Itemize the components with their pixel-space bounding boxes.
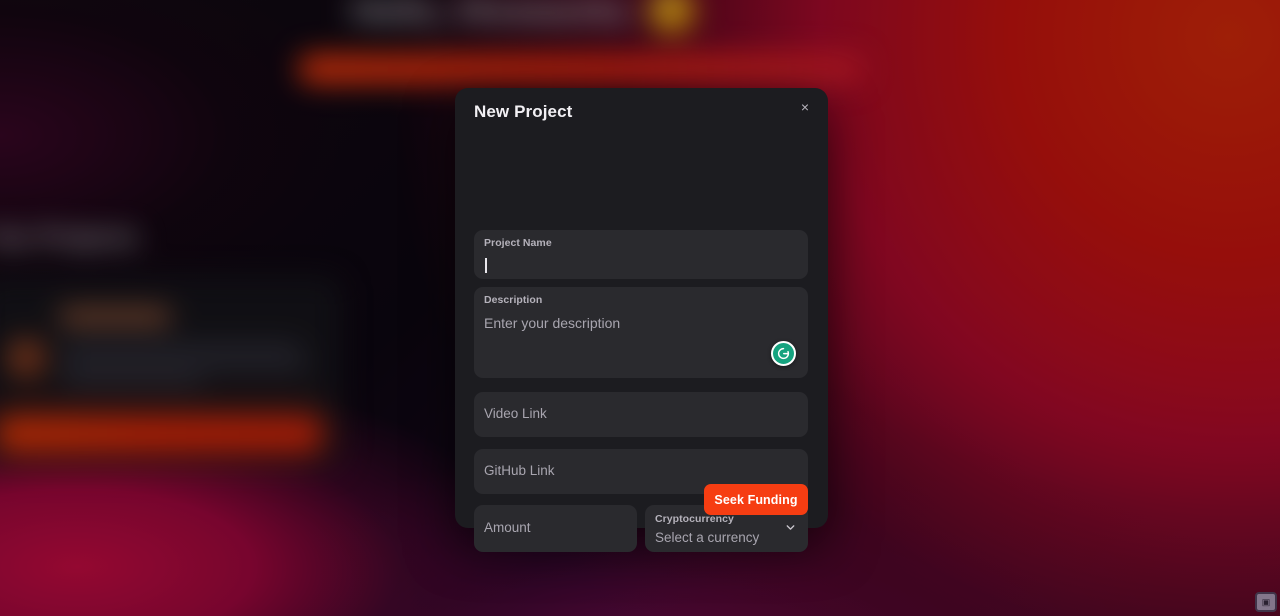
- grammarly-glyph: [777, 347, 790, 360]
- description-label: Description: [484, 294, 543, 306]
- grammarly-icon[interactable]: [771, 341, 796, 366]
- seek-funding-button[interactable]: Seek Funding: [704, 484, 808, 515]
- video-link-field[interactable]: Video Link: [474, 392, 808, 437]
- description-field[interactable]: Description Enter your description: [474, 287, 808, 378]
- new-project-modal: New Project × Project Name Description E…: [455, 88, 828, 552]
- project-name-label: Project Name: [484, 237, 552, 249]
- amount-field[interactable]: Amount: [474, 505, 637, 552]
- text-caret: [485, 258, 487, 273]
- chevron-down-icon: [784, 521, 797, 534]
- github-link-placeholder: GitHub Link: [484, 463, 555, 478]
- description-placeholder: Enter your description: [484, 315, 621, 331]
- modal-title: New Project: [474, 102, 573, 121]
- video-link-placeholder: Video Link: [484, 406, 547, 421]
- project-name-field[interactable]: Project Name: [474, 230, 808, 279]
- cryptocurrency-value: Select a currency: [655, 530, 760, 545]
- amount-placeholder: Amount: [484, 520, 531, 535]
- close-icon[interactable]: ×: [794, 96, 816, 118]
